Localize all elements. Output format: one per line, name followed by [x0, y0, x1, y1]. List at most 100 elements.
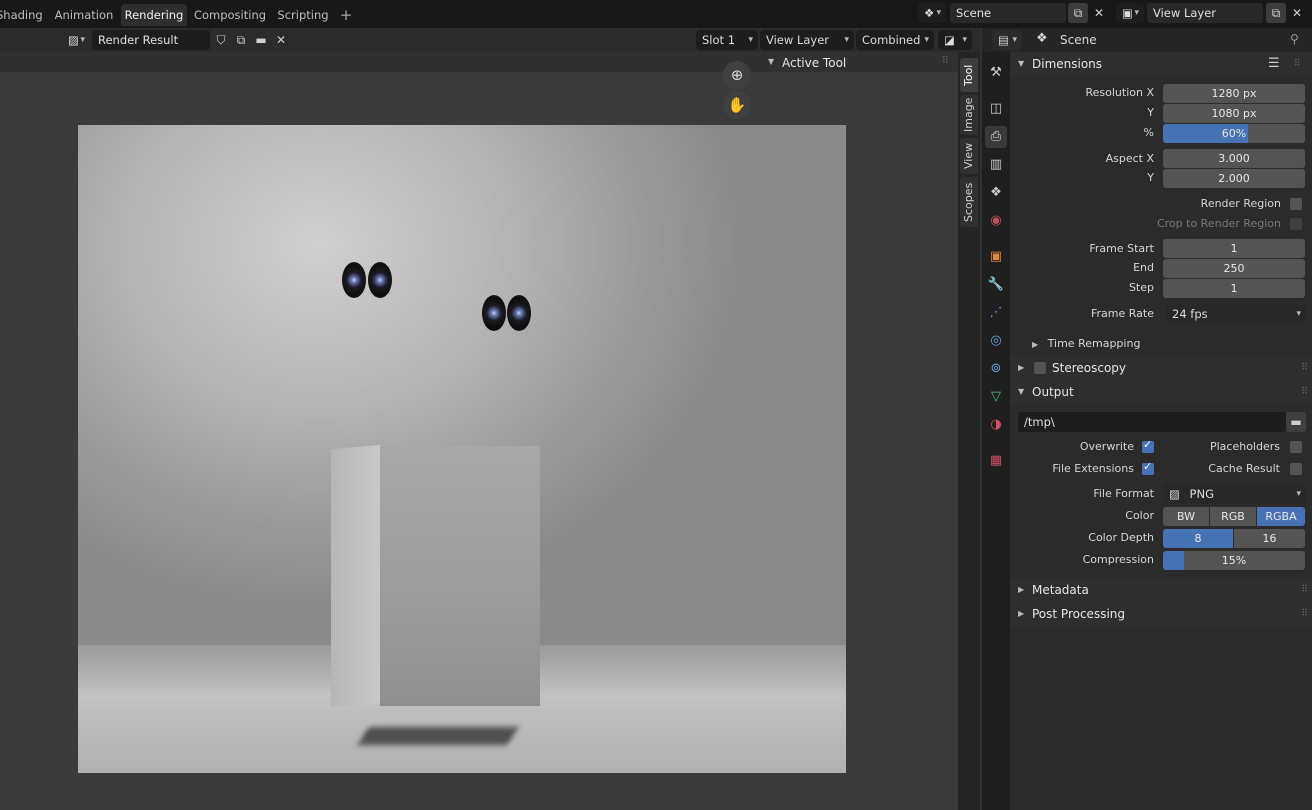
physics-icon[interactable]: ◎ [985, 330, 1007, 352]
stereoscopy-panel-header[interactable]: ▶ Stereoscopy ⠿ [1010, 356, 1312, 380]
tab-image[interactable]: Image [960, 95, 978, 135]
color-bw-button[interactable]: BW [1163, 507, 1209, 526]
tab-shading[interactable]: Shading [0, 4, 43, 26]
time-remapping-subpanel[interactable]: ▶ Time Remapping [1032, 334, 1140, 354]
cache-result-checkbox[interactable] [1290, 463, 1302, 475]
expand-triangle-icon: ▶ [1018, 585, 1025, 594]
world-icon[interactable]: ◉ [985, 210, 1007, 232]
new-image-icon[interactable]: ⧉ [231, 30, 251, 50]
resolution-percent-slider[interactable]: 60% [1163, 124, 1305, 143]
zoom-icon[interactable]: ⊕ [723, 61, 751, 89]
new-scene-icon[interactable]: ⧉ [1068, 3, 1088, 23]
frame-end-label: End [1133, 261, 1154, 274]
active-tool-title: Active Tool [782, 56, 847, 70]
frame-rate-value: 24 fps [1172, 307, 1208, 321]
view-layer-selector-button[interactable]: ▣ ▾ [1116, 3, 1144, 23]
display-channels-dropdown[interactable]: ◪ ▾ [938, 30, 972, 50]
pan-hand-icon[interactable]: ✋ [723, 91, 751, 119]
drag-handle-icon[interactable]: ⠿ [1301, 356, 1308, 380]
aspect-y-field[interactable]: 2.000 [1163, 169, 1305, 188]
view-layer-icon[interactable]: ▥ [985, 154, 1007, 176]
resolution-x-field[interactable]: 1280 px [1163, 84, 1305, 103]
layer-label: View Layer [766, 33, 830, 47]
compression-label: Compression [1082, 553, 1154, 566]
scene-selector-button[interactable]: ❖ ▾ [918, 3, 946, 23]
unlink-image-icon[interactable]: ✕ [271, 30, 291, 50]
aspect-x-label: Aspect X [1105, 152, 1154, 165]
add-workspace-icon[interactable]: + [338, 7, 354, 23]
frame-rate-dropdown[interactable]: 24 fps ▾ [1166, 304, 1306, 324]
modifier-wrench-icon[interactable]: 🔧 [985, 274, 1007, 296]
file-extensions-label: File Extensions [1052, 462, 1134, 475]
eye-left-2 [368, 262, 392, 298]
placeholders-checkbox[interactable] [1290, 441, 1302, 453]
file-extensions-checkbox[interactable] [1142, 460, 1154, 475]
pass-dropdown[interactable]: Combined ▾ [856, 30, 934, 50]
drag-handle-icon[interactable]: ⠿ [1294, 52, 1301, 76]
scene-icon[interactable]: ❖ [985, 182, 1007, 204]
crop-region-checkbox[interactable] [1290, 218, 1302, 230]
pin-icon[interactable]: ⚲ [1290, 32, 1299, 46]
output-panel-header[interactable]: ▼ Output ⠿ [1010, 380, 1312, 404]
editor-type-button[interactable]: ▤ ▾ [992, 30, 1022, 50]
browse-folder-icon[interactable]: ▬ [1286, 412, 1306, 432]
color-rgb-button[interactable]: RGB [1210, 507, 1256, 526]
slot-dropdown[interactable]: Slot 1 ▾ [696, 30, 758, 50]
frame-step-field[interactable]: 1 [1163, 279, 1305, 298]
drag-handle-icon[interactable]: ⠿ [1301, 602, 1308, 626]
drag-handle-icon[interactable]: ⠿ [1301, 578, 1308, 602]
tab-view[interactable]: View [960, 138, 978, 174]
image-browse-button[interactable]: ▨ ▾ [62, 30, 90, 50]
image-name-field[interactable]: Render Result [92, 30, 210, 50]
object-data-icon[interactable]: ▽ [985, 386, 1007, 408]
particles-icon[interactable]: ⋰ [985, 302, 1007, 324]
color-depth-8-button[interactable]: 8 [1163, 529, 1233, 548]
render-icon[interactable]: ◫ [985, 98, 1007, 120]
delete-view-layer-icon[interactable]: ✕ [1287, 3, 1307, 23]
tab-animation[interactable]: Animation [50, 4, 118, 26]
post-processing-panel-header[interactable]: ▶ Post Processing ⠿ [1010, 602, 1312, 626]
resolution-y-field[interactable]: 1080 px [1163, 104, 1305, 123]
tab-scripting[interactable]: Scripting [273, 4, 333, 26]
fake-user-shield-icon[interactable]: ⛉ [211, 30, 231, 50]
scene-name-field[interactable]: Scene [950, 3, 1066, 23]
frame-start-field[interactable]: 1 [1163, 239, 1305, 258]
drag-handle-icon[interactable]: ⠿ [1301, 380, 1308, 404]
delete-scene-icon[interactable]: ✕ [1089, 3, 1109, 23]
metadata-title: Metadata [1032, 583, 1089, 597]
eye-left-1 [342, 262, 366, 298]
stereoscopy-checkbox[interactable] [1034, 362, 1046, 374]
object-icon[interactable]: ▣ [985, 246, 1007, 268]
properties-icon: ▤ [998, 33, 1009, 47]
output-icon[interactable]: ⎙ [985, 126, 1007, 148]
color-depth-16-button[interactable]: 16 [1234, 529, 1305, 548]
open-folder-icon[interactable]: ▬ [251, 30, 271, 50]
aspect-x-field[interactable]: 3.000 [1163, 149, 1305, 168]
tab-tool[interactable]: Tool [960, 58, 978, 92]
frame-end-field[interactable]: 250 [1163, 259, 1305, 278]
color-rgba-button[interactable]: RGBA [1257, 507, 1305, 526]
tab-scopes[interactable]: Scopes [960, 177, 978, 227]
view-layer-field[interactable]: View Layer [1147, 3, 1263, 23]
active-tool-panel[interactable]: ▼ Active Tool ⠿ [760, 52, 958, 76]
tool-icon[interactable]: ⚒ [985, 62, 1007, 84]
output-path-field[interactable]: /tmp\ [1018, 412, 1286, 432]
constraints-icon[interactable]: ⊚ [985, 358, 1007, 380]
new-view-layer-icon[interactable]: ⧉ [1266, 3, 1286, 23]
dimensions-panel-header[interactable]: ▼ Dimensions ☰ ⠿ [1010, 52, 1312, 76]
metadata-panel-header[interactable]: ▶ Metadata ⠿ [1010, 578, 1312, 602]
presets-list-icon[interactable]: ☰ [1268, 52, 1280, 76]
overwrite-checkbox[interactable] [1142, 438, 1154, 453]
overwrite-label: Overwrite [1079, 440, 1134, 453]
material-icon[interactable]: ◑ [985, 414, 1007, 436]
drag-handle-icon[interactable]: ⠿ [942, 56, 949, 66]
file-format-dropdown[interactable]: ▨ PNG ▾ [1163, 484, 1306, 504]
texture-icon[interactable]: ▦ [985, 450, 1007, 472]
layer-dropdown[interactable]: View Layer ▾ [760, 30, 854, 50]
compression-slider[interactable]: 15% [1163, 551, 1305, 570]
tab-compositing[interactable]: Compositing [192, 4, 268, 26]
tab-rendering[interactable]: Rendering [121, 4, 187, 26]
render-region-checkbox[interactable] [1290, 198, 1302, 210]
color-label: Color [1125, 509, 1154, 522]
file-format-label: File Format [1093, 487, 1154, 500]
